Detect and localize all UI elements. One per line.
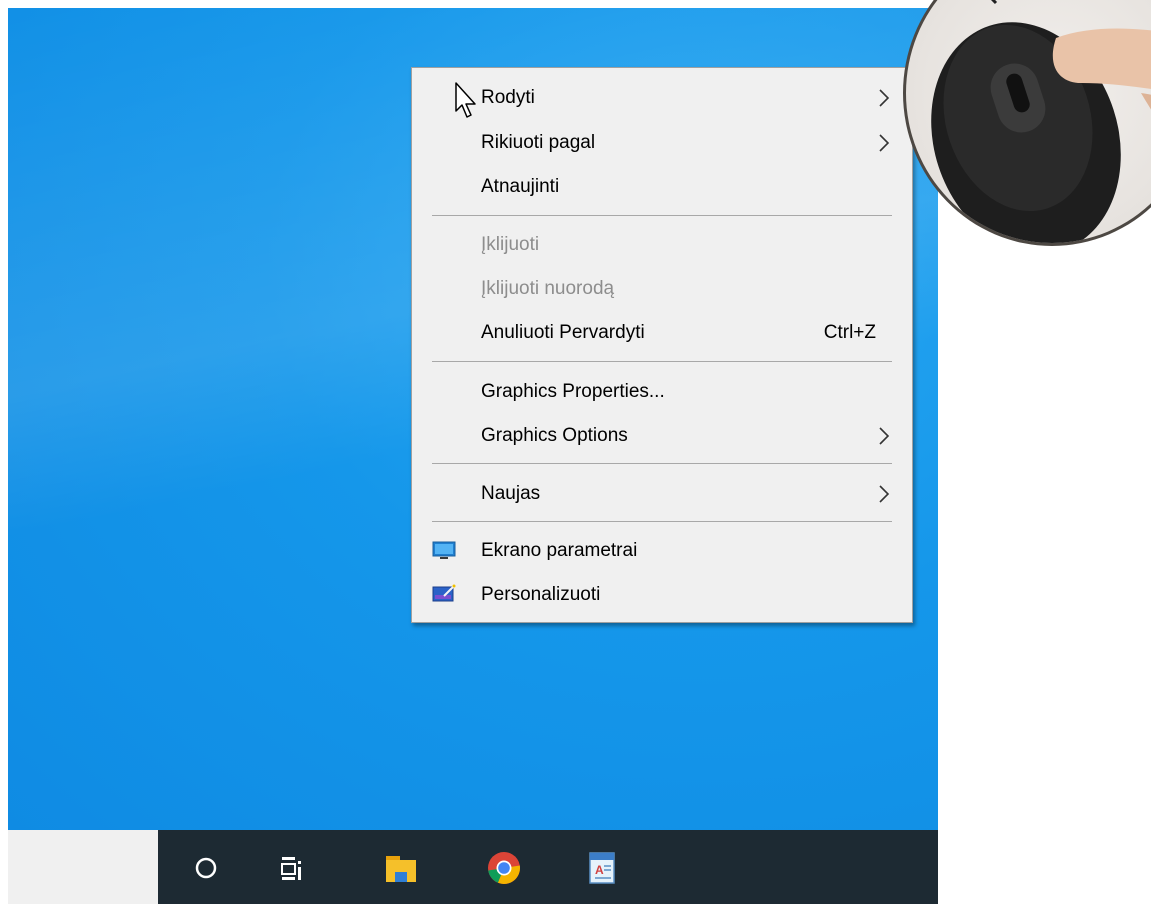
menu-item-ekrano-parametrai[interactable]: Ekrano parametrai: [412, 529, 912, 573]
menu-item-label: Personalizuoti: [481, 584, 601, 605]
menu-item-rikiuoti-pagal[interactable]: Rikiuoti pagal: [412, 121, 912, 165]
task-view-icon[interactable]: [274, 850, 310, 886]
menu-separator: [432, 361, 892, 362]
taskbar: A: [8, 830, 938, 904]
chevron-right-icon: [879, 427, 890, 445]
menu-item-rodyti[interactable]: Rodyti: [412, 76, 912, 120]
menu-item-shortcut: Ctrl+Z: [823, 322, 876, 343]
menu-item-personalizuoti[interactable]: Personalizuoti: [412, 573, 912, 617]
menu-item-anuliuoti-pervardyti[interactable]: Anuliuoti Pervardyti Ctrl+Z: [412, 311, 912, 355]
desktop-context-menu: Rodyti Rikiuoti pagal Atnaujinti Įklijuo…: [411, 67, 913, 623]
mouse-illustration: [903, 0, 1151, 246]
mouse-cursor-icon: [455, 82, 476, 118]
menu-item-naujas[interactable]: Naujas: [412, 472, 912, 516]
chevron-right-icon: [879, 485, 890, 503]
menu-item-label: Naujas: [481, 483, 541, 504]
menu-separator: [432, 521, 892, 522]
personalize-icon: [432, 584, 456, 602]
mouse-photo-icon: [931, 0, 1151, 243]
svg-text:A: A: [595, 863, 604, 877]
chevron-right-icon: [879, 134, 890, 152]
chrome-icon[interactable]: [486, 850, 522, 886]
menu-item-label: Graphics Properties...: [481, 381, 665, 402]
menu-item-label: Rodyti: [481, 87, 535, 108]
wordpad-icon[interactable]: A: [584, 850, 620, 886]
menu-separator: [432, 463, 892, 464]
menu-item-label: Rikiuoti pagal: [481, 132, 596, 153]
menu-item-atnaujinti[interactable]: Atnaujinti: [412, 165, 912, 209]
menu-item-label: Ekrano parametrai: [481, 540, 638, 561]
display-settings-icon: [432, 541, 456, 559]
menu-item-iklijuoti-nuoroda: Įklijuoti nuorodą: [412, 267, 912, 311]
cortana-search-icon[interactable]: [188, 850, 224, 886]
taskbar-search-area[interactable]: [8, 830, 158, 904]
menu-item-graphics-options[interactable]: Graphics Options: [412, 414, 912, 458]
menu-item-label: Įklijuoti: [481, 234, 540, 255]
file-explorer-icon[interactable]: [383, 850, 419, 886]
menu-item-iklijuoti: Įklijuoti: [412, 223, 912, 267]
chevron-right-icon: [879, 89, 890, 107]
menu-item-label: Anuliuoti Pervardyti: [481, 322, 645, 343]
menu-item-label: Graphics Options: [481, 425, 628, 446]
menu-item-label: Atnaujinti: [481, 176, 560, 197]
menu-separator: [432, 215, 892, 216]
menu-item-label: Įklijuoti nuorodą: [481, 278, 615, 299]
menu-item-graphics-properties[interactable]: Graphics Properties...: [412, 370, 912, 414]
